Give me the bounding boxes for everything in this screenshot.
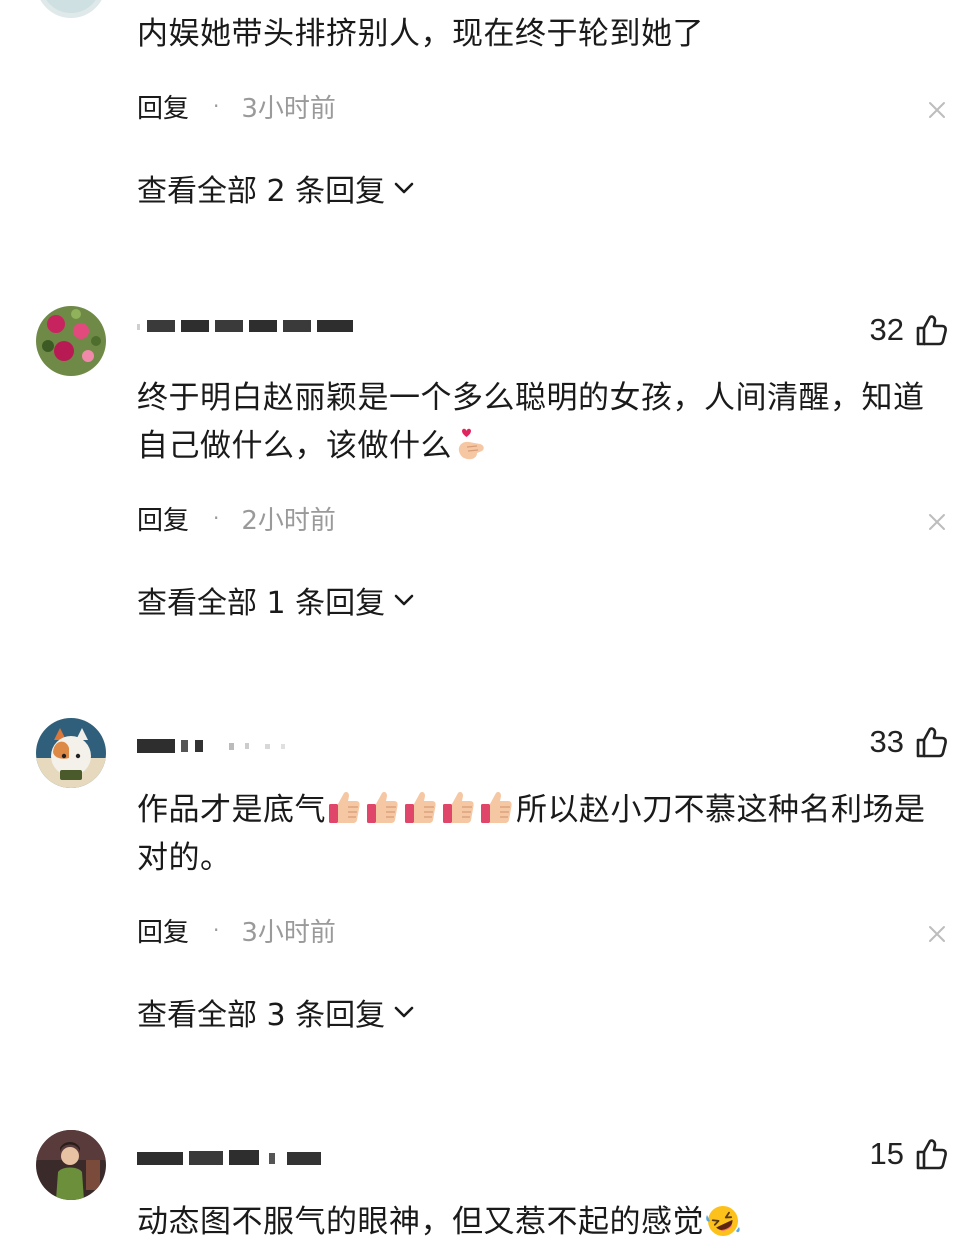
separator-dot: · xyxy=(213,506,220,530)
comment-time: 3小时前 xyxy=(241,93,336,124)
thumbs-up-emoji xyxy=(327,789,363,827)
view-all-replies-button[interactable]: 查看全部 2 条回复 xyxy=(137,168,415,209)
view-all-replies-button[interactable]: 查看全部 1 条回复 xyxy=(137,580,415,621)
thumbs-up-emoji xyxy=(365,789,401,827)
username[interactable] xyxy=(137,736,287,756)
thumbs-up-outline-icon xyxy=(916,315,947,346)
like-count: 33 xyxy=(869,724,904,759)
view-all-replies-label: 查看全部 3 条回复 xyxy=(137,998,386,1033)
like-count: 15 xyxy=(869,1136,904,1171)
avatar[interactable] xyxy=(36,1130,106,1200)
view-all-replies-label: 查看全部 2 条回复 xyxy=(137,174,386,209)
thumbs-up-emoji xyxy=(441,789,477,827)
like-count: 32 xyxy=(869,312,904,347)
comment-text: 内娱她带头排挤别人，现在终于轮到她了 xyxy=(137,16,704,52)
comment-text: 动态图不服气的眼神，但又惹不起的感觉 xyxy=(137,1198,943,1246)
rolling-laughing-emoji xyxy=(705,1201,741,1239)
chevron-down-icon xyxy=(393,593,415,607)
username[interactable] xyxy=(137,1148,323,1168)
thumbs-up-emoji xyxy=(479,789,515,827)
avatar[interactable] xyxy=(36,718,106,788)
view-all-replies-label: 查看全部 1 条回复 xyxy=(137,586,386,621)
chevron-down-icon xyxy=(393,1005,415,1019)
view-all-replies-button[interactable]: 查看全部 3 条回复 xyxy=(137,992,415,1033)
comment-text: 作品才是底气 所以赵小刀不慕这种名利场是对的。 xyxy=(137,786,943,882)
comment-text-part: 作品才是底气 xyxy=(137,792,326,828)
like-button[interactable]: 32 xyxy=(870,310,948,350)
thumbs-up-outline-icon xyxy=(916,727,947,758)
comment-meta: 回复 · 3小时前 xyxy=(137,912,336,948)
chevron-down-icon xyxy=(393,181,415,195)
reply-button[interactable]: 回复 xyxy=(137,88,189,125)
close-icon[interactable] xyxy=(928,101,946,119)
comment-time: 3小时前 xyxy=(241,917,336,948)
close-icon[interactable] xyxy=(928,513,946,531)
separator-dot: · xyxy=(213,918,220,942)
comment-text-body: 终于明白赵丽颖是一个多么聪明的女孩，人间清醒，知道自己做什么，该做什么 xyxy=(137,380,925,464)
avatar[interactable] xyxy=(36,0,106,18)
comment-meta: 回复 · 3小时前 xyxy=(137,88,336,124)
like-button[interactable]: 15 xyxy=(870,1134,948,1174)
comment-meta: 回复 · 2小时前 xyxy=(137,500,336,536)
thumbs-up-emoji xyxy=(403,789,439,827)
reply-button[interactable]: 回复 xyxy=(137,500,189,537)
like-button[interactable]: 33 xyxy=(870,722,948,762)
username[interactable] xyxy=(137,316,359,336)
avatar[interactable] xyxy=(36,306,106,376)
close-icon[interactable] xyxy=(928,925,946,943)
comment-time: 2小时前 xyxy=(241,505,336,536)
comment-text-body: 动态图不服气的眼神，但又惹不起的感觉 xyxy=(137,1204,704,1240)
comment-text: 终于明白赵丽颖是一个多么聪明的女孩，人间清醒，知道自己做什么，该做什么 xyxy=(137,374,943,470)
thumbs-up-outline-icon xyxy=(916,1139,947,1170)
reply-button[interactable]: 回复 xyxy=(137,912,189,949)
separator-dot: · xyxy=(213,94,220,118)
finger-heart-emoji xyxy=(453,425,489,463)
